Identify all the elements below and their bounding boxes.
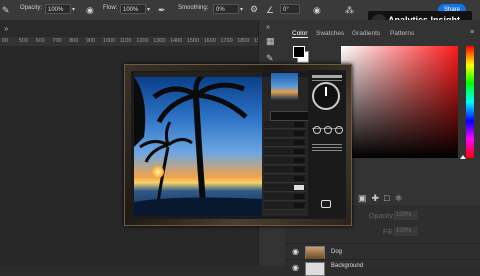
layer-row[interactable]: ◉ Background (285, 259, 480, 276)
ruler-tick-label: 1400 (170, 38, 183, 44)
adjustment-row[interactable] (264, 157, 306, 165)
sun (152, 166, 164, 178)
airbrush-icon[interactable]: ✒ (158, 5, 166, 15)
smoothing-label: Smoothing: (178, 5, 209, 11)
adjustment-row[interactable] (264, 139, 306, 147)
divider (312, 147, 342, 148)
ruler-tick-label: 800 (69, 38, 79, 44)
hue-slider[interactable] (466, 46, 474, 158)
ruler-tick-label: 900 (86, 38, 96, 44)
opacity-field[interactable]: 100% (45, 4, 71, 14)
layer-name: Background (331, 263, 364, 269)
foreground-color-swatch[interactable] (293, 46, 305, 58)
flow-field[interactable]: 100% (120, 4, 146, 14)
opacity-label: Opacity: (369, 213, 395, 220)
angle-field[interactable]: 0° (280, 4, 300, 14)
ruler-tick-label: 1800 (237, 38, 250, 44)
collapse-arrows-icon[interactable]: » (4, 24, 8, 33)
chevron-down-icon[interactable]: ▾ (147, 5, 150, 15)
divider (312, 150, 342, 151)
opacity-label: Opacity: (20, 5, 43, 11)
layer-name: Dog (331, 249, 343, 255)
layer-thumbnail (305, 246, 325, 260)
adjustment-row[interactable] (264, 130, 306, 138)
mini-toggle-button[interactable] (270, 111, 310, 121)
history-icon[interactable]: ▦ (266, 36, 275, 47)
document-tab-strip: » (0, 20, 258, 38)
color-picker-field[interactable] (341, 46, 458, 158)
gear-icon[interactable]: ⚙ (250, 4, 258, 14)
round-button[interactable] (313, 126, 321, 134)
symmetry-icon[interactable]: ⁂ (345, 5, 354, 15)
ruler-tick-label: 1700 (220, 38, 233, 44)
ruler-tick-label: 00 (2, 38, 9, 44)
collapse-arrows-icon[interactable]: » (266, 24, 270, 31)
layer-opacity-field[interactable]: 100% (394, 211, 418, 220)
adjustment-row[interactable] (264, 121, 306, 129)
layer-fill-field[interactable]: 100% (394, 227, 418, 236)
layer-thumbnail (305, 262, 325, 276)
layer-row[interactable]: ◉ Dog (285, 243, 480, 260)
eye-icon[interactable]: ◉ (292, 263, 299, 272)
rotation-dial[interactable] (312, 82, 340, 110)
divider (312, 75, 342, 78)
ruler-tick-label: 1300 (153, 38, 166, 44)
adjustment-row[interactable] (264, 193, 306, 201)
panel-menu-icon[interactable]: ≡ (470, 29, 474, 36)
tab-swatches[interactable]: Swatches (316, 30, 344, 37)
ruler-tick-label: 1100 (119, 38, 132, 44)
eye-icon[interactable]: ◉ (292, 247, 299, 256)
brush-settings-icon[interactable]: ✎ (266, 53, 274, 64)
tab-gradients[interactable]: Gradients (352, 30, 380, 37)
preview-thumbnail (271, 73, 298, 100)
adjustment-row[interactable] (264, 166, 306, 174)
dial-needle (325, 87, 327, 96)
pressure-opacity-icon[interactable]: ◉ (86, 5, 94, 15)
chevron-down-icon[interactable]: ▾ (240, 5, 243, 15)
ruler-tick-label: 1000 (102, 38, 116, 44)
fill-label: Fill: (383, 229, 394, 236)
tab-patterns[interactable]: Patterns (390, 30, 414, 37)
tropical-sunset-photo (134, 77, 262, 216)
ruler-tick-label: 1200 (136, 38, 149, 44)
palm-trees-illustration (134, 77, 262, 216)
layer-lock-icons[interactable]: ▣✚□⚛ (358, 193, 478, 205)
ruler-tick-label: 1600 (203, 38, 216, 44)
adjustment-row[interactable] (264, 202, 306, 210)
image-icon[interactable] (321, 200, 331, 208)
chevron-down-icon[interactable]: ▾ (72, 5, 75, 15)
ruler-tick-label: 600 (35, 38, 45, 44)
tab-color[interactable]: Color (292, 30, 308, 38)
round-button[interactable] (335, 126, 343, 134)
angle-icon: ∠ (266, 5, 275, 15)
ruler-tick-label: 1500 (186, 38, 200, 44)
ruler-tick-label: 500 (18, 38, 28, 44)
brush-tool-icon[interactable]: ✎ (2, 5, 10, 15)
adjustment-row[interactable] (264, 175, 306, 183)
pressure-size-icon[interactable]: ◉ (313, 5, 321, 15)
adjustment-row[interactable] (264, 184, 306, 192)
smoothing-field[interactable]: 0% (213, 4, 239, 14)
ruler-tick-label: 700 (52, 38, 62, 44)
adjustment-row[interactable] (264, 148, 306, 156)
round-button[interactable] (324, 126, 332, 134)
divider (312, 144, 342, 145)
divider (312, 80, 342, 81)
hue-slider-handle-icon[interactable] (460, 155, 466, 159)
flow-label: Flow: (103, 5, 118, 11)
